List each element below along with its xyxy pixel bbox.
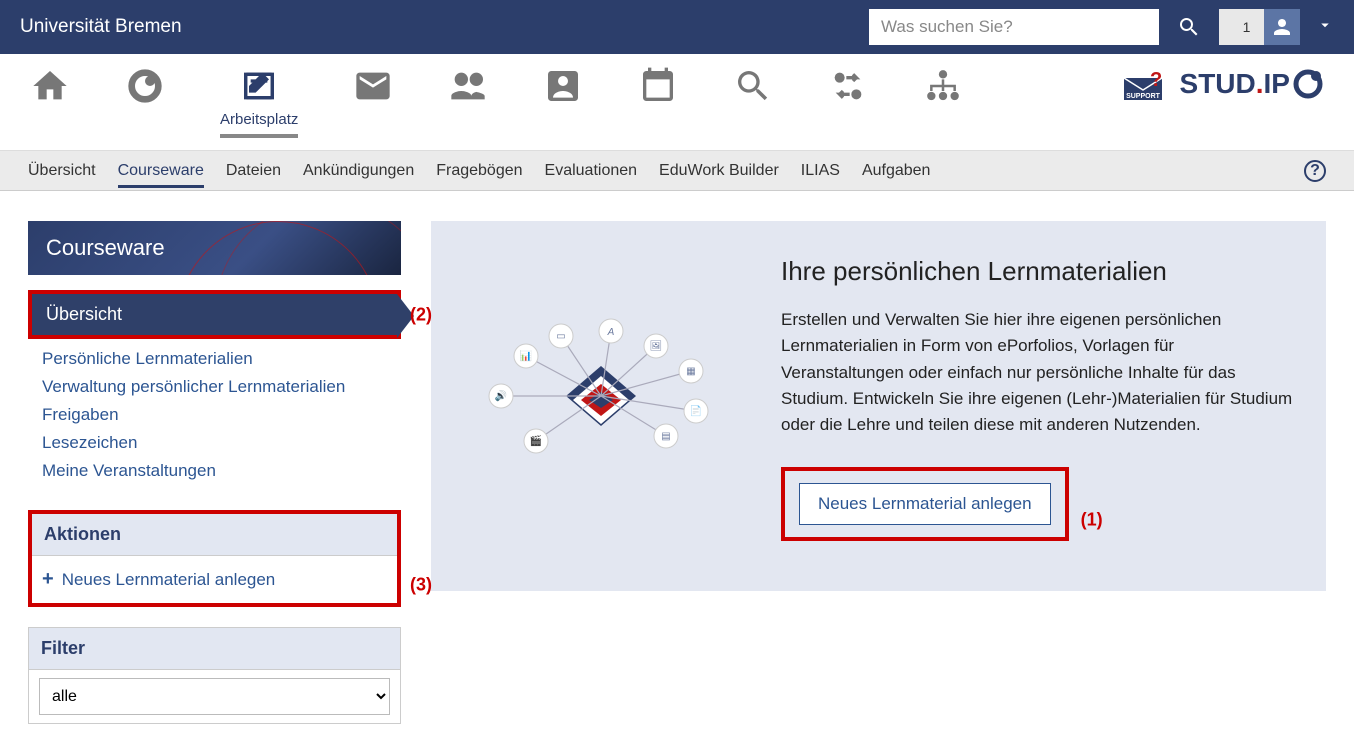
sidebar-item-active[interactable]: Übersicht: [32, 294, 397, 335]
tab-courseware[interactable]: Courseware: [118, 154, 204, 188]
nav-arbeitsplatz-label: Arbeitsplatz: [220, 111, 298, 138]
nav-calendar[interactable]: 42: [638, 66, 678, 106]
sidebar-item-active-label: Übersicht: [46, 304, 122, 324]
sidebar-title: Courseware: [28, 221, 401, 275]
user-panel[interactable]: 1: [1219, 9, 1300, 45]
chevron-down-icon: [1316, 16, 1334, 34]
workspace-icon: [239, 66, 279, 106]
tab-ilias[interactable]: ILIAS: [801, 154, 840, 188]
sidebar-item[interactable]: Persönliche Lernmaterialien: [28, 345, 401, 373]
panel-image: 🔊 📊 ▭ A 🖼 ▦ 📄 ▤ 🎬: [461, 256, 741, 541]
action-new-label: Neues Lernmaterial anlegen: [62, 570, 276, 590]
panel-text: Ihre persönlichen Lernmaterialien Erstel…: [781, 256, 1296, 541]
svg-text:📄: 📄: [690, 404, 702, 417]
transfer-icon: [828, 66, 868, 106]
nav-search[interactable]: [733, 66, 773, 106]
studip-logo[interactable]: STUD.IP: [1180, 68, 1324, 100]
nav-transfer[interactable]: [828, 66, 868, 106]
support-icon: ? SUPPORT: [1122, 66, 1170, 102]
panel-description: Erstellen und Verwalten Sie hier ihre ei…: [781, 307, 1296, 439]
nav-home[interactable]: [30, 66, 70, 106]
sub-tabs: Übersicht Courseware Dateien Ankündigung…: [0, 151, 1354, 191]
svg-text:🔊: 🔊: [495, 389, 507, 402]
top-header: Universität Bremen 1: [0, 0, 1354, 54]
network-graphic-icon: 🔊 📊 ▭ A 🖼 ▦ 📄 ▤ 🎬: [471, 316, 731, 466]
search-input[interactable]: [869, 9, 1159, 45]
profile-icon: [543, 66, 583, 106]
calendar-icon: 42: [638, 66, 678, 106]
highlight-label-3: (3): [410, 575, 432, 596]
svg-text:▤: ▤: [661, 431, 670, 442]
people-icon: [448, 66, 488, 106]
tab-evaluationen[interactable]: Evaluationen: [545, 154, 638, 188]
sidebar-item[interactable]: Meine Veranstaltungen: [28, 457, 401, 485]
svg-text:42: 42: [651, 82, 666, 97]
nav-community[interactable]: [448, 66, 488, 106]
highlight-2: Übersicht (2): [28, 290, 401, 339]
actions-widget: Aktionen + Neues Lernmaterial anlegen: [32, 514, 397, 603]
content: Courseware Übersicht (2) Persönliche Ler…: [0, 191, 1354, 754]
svg-text:📊: 📊: [520, 349, 532, 362]
tab-uebersicht[interactable]: Übersicht: [28, 154, 96, 188]
sidebar-item[interactable]: Verwaltung persönlicher Lernmaterialien: [28, 373, 401, 401]
logo-stud: STUD: [1180, 68, 1256, 100]
sidebar-item[interactable]: Freigaben: [28, 401, 401, 429]
support-badge[interactable]: ? SUPPORT: [1122, 66, 1170, 102]
highlight-label-1: (1): [1081, 510, 1103, 531]
nav-messages[interactable]: [353, 66, 393, 106]
highlight-3: Aktionen + Neues Lernmaterial anlegen (3…: [28, 510, 401, 607]
help-button[interactable]: ?: [1304, 160, 1326, 182]
svg-text:A: A: [607, 327, 615, 338]
orgchart-icon: [923, 66, 963, 106]
nav-arbeitsplatz[interactable]: Arbeitsplatz: [220, 66, 298, 138]
filter-widget: Filter alle: [28, 627, 401, 724]
person-icon: [1270, 15, 1294, 39]
actions-header: Aktionen: [32, 514, 397, 556]
logo-ip: IP: [1264, 68, 1290, 100]
circle-arrow-icon: [125, 66, 165, 106]
action-new-material[interactable]: + Neues Lernmaterial anlegen: [42, 564, 387, 595]
tab-aufgaben[interactable]: Aufgaben: [862, 154, 931, 188]
nav-right: ? SUPPORT STUD.IP: [1122, 66, 1324, 102]
envelope-icon: [353, 66, 393, 106]
sidebar: Courseware Übersicht (2) Persönliche Ler…: [28, 221, 401, 724]
search-icon: [733, 66, 773, 106]
svg-text:?: ?: [1150, 69, 1162, 91]
tab-eduwork[interactable]: EduWork Builder: [659, 154, 779, 188]
logo-ring-icon: [1292, 68, 1324, 100]
main-nav: Arbeitsplatz 42 ? SUPPORT STUD.IP: [0, 54, 1354, 151]
filter-select[interactable]: alle: [39, 678, 390, 715]
main-panel: 🔊 📊 ▭ A 🖼 ▦ 📄 ▤ 🎬 Ihre persönlichen Lern…: [431, 221, 1326, 591]
nav-circle[interactable]: [125, 66, 165, 106]
sidebar-title-text: Courseware: [46, 235, 165, 260]
sidebar-item[interactable]: Lesezeichen: [28, 429, 401, 457]
user-menu-toggle[interactable]: [1316, 16, 1334, 39]
site-title: Universität Bremen: [20, 16, 182, 38]
svg-text:SUPPORT: SUPPORT: [1126, 93, 1161, 100]
panel-title: Ihre persönlichen Lernmaterialien: [781, 256, 1296, 287]
sidebar-nav-list: Persönliche Lernmaterialien Verwaltung p…: [28, 339, 401, 495]
svg-text:▭: ▭: [556, 331, 565, 342]
highlight-label-2: (2): [410, 304, 432, 325]
home-icon: [30, 66, 70, 106]
main: 🔊 📊 ▭ A 🖼 ▦ 📄 ▤ 🎬 Ihre persönlichen Lern…: [431, 221, 1326, 724]
nav-orgchart[interactable]: [923, 66, 963, 106]
tab-frageboegen[interactable]: Fragebögen: [436, 154, 522, 188]
avatar: [1264, 9, 1300, 45]
plus-icon: +: [42, 568, 54, 591]
tab-ankuendigungen[interactable]: Ankündigungen: [303, 154, 414, 188]
logo-dot: .: [1256, 68, 1264, 100]
filter-header: Filter: [29, 628, 400, 670]
svg-text:🎬: 🎬: [530, 434, 542, 447]
highlight-1: Neues Lernmaterial anlegen (1): [781, 467, 1069, 541]
search-button[interactable]: [1169, 7, 1209, 47]
create-material-button[interactable]: Neues Lernmaterial anlegen: [799, 483, 1051, 525]
svg-text:▦: ▦: [686, 366, 695, 377]
tab-dateien[interactable]: Dateien: [226, 154, 281, 188]
svg-text:🖼: 🖼: [650, 340, 663, 352]
search-icon: [1177, 15, 1201, 39]
notification-count: 1: [1229, 19, 1264, 35]
nav-profile[interactable]: [543, 66, 583, 106]
